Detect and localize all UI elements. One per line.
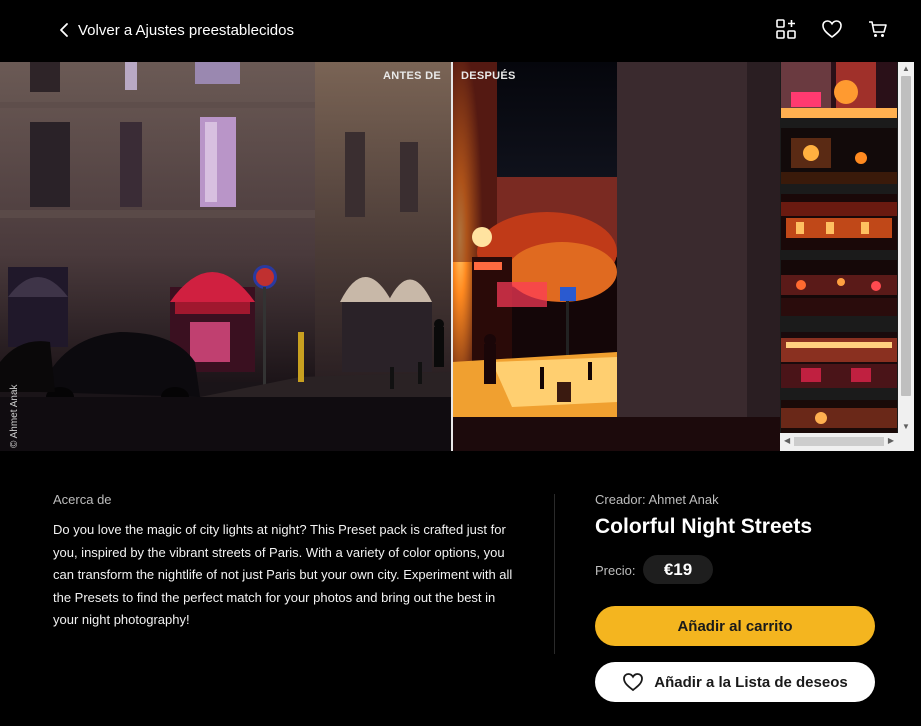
before-after-preview[interactable]: ANTES DE DESPUÉS © Ahmet Anak	[0, 62, 780, 451]
horizontal-scroll-thumb[interactable]	[794, 437, 884, 446]
top-bar: Volver a Ajustes preestablecidos	[0, 0, 921, 62]
thumbnail-list	[780, 62, 898, 433]
thumbnail-6[interactable]	[781, 400, 897, 433]
add-to-wishlist-label: Añadir a la Lista de deseos	[654, 673, 848, 691]
cart-button[interactable]	[865, 16, 891, 42]
add-to-cart-label: Añadir al carrito	[677, 617, 793, 635]
photo-credit: © Ahmet Anak	[6, 362, 26, 451]
vertical-scroll-thumb[interactable]	[901, 76, 911, 396]
grid-plus-icon	[776, 19, 796, 39]
back-link-label: Volver a Ajustes preestablecidos	[78, 21, 294, 39]
heart-icon	[822, 20, 842, 39]
section-divider	[554, 494, 555, 654]
price-badge: €19	[643, 555, 713, 584]
thumbnail-5[interactable]	[781, 332, 897, 388]
creator-label: Creador: Ahmet Anak	[595, 492, 719, 507]
scroll-right-icon[interactable]: ▶	[888, 436, 894, 445]
price-label: Precio:	[595, 563, 636, 578]
heart-icon	[623, 673, 644, 692]
after-label: DESPUÉS	[461, 70, 516, 82]
scroll-up-icon[interactable]: ▲	[902, 64, 910, 73]
thumbnail-horizontal-scrollbar[interactable]: ◀ ▶	[780, 433, 914, 451]
thumbnail-1[interactable]	[781, 62, 897, 118]
cart-icon	[869, 21, 887, 37]
add-to-cart-button[interactable]: Añadir al carrito	[595, 606, 875, 646]
about-description: Do you love the magic of city lights at …	[53, 522, 513, 627]
photo-credit-text: © Ahmet Anak	[9, 384, 20, 448]
chevron-left-icon	[60, 23, 68, 37]
product-title: Colorful Night Streets	[595, 515, 813, 538]
compare-divider-handle[interactable]	[451, 62, 453, 451]
about-heading: Acerca de	[53, 492, 112, 507]
before-image	[0, 62, 452, 451]
thumbnail-4[interactable]	[781, 260, 897, 316]
add-to-wishlist-button[interactable]: Añadir a la Lista de deseos	[595, 662, 875, 702]
before-label: ANTES DE	[382, 70, 441, 82]
scroll-left-icon[interactable]: ◀	[784, 436, 790, 445]
thumbnail-strip: ▲ ▼ ◀ ▶	[780, 62, 914, 451]
thumbnail-2[interactable]	[781, 128, 897, 184]
scroll-down-icon[interactable]: ▼	[902, 422, 910, 431]
thumbnail-vertical-scrollbar[interactable]: ▲ ▼	[898, 62, 914, 433]
header-actions	[773, 16, 891, 42]
back-link[interactable]: Volver a Ajustes preestablecidos	[58, 18, 294, 42]
thumbnail-3[interactable]	[781, 194, 897, 250]
collections-button[interactable]	[773, 16, 799, 42]
after-image	[452, 62, 780, 451]
wishlist-button[interactable]	[819, 16, 845, 42]
